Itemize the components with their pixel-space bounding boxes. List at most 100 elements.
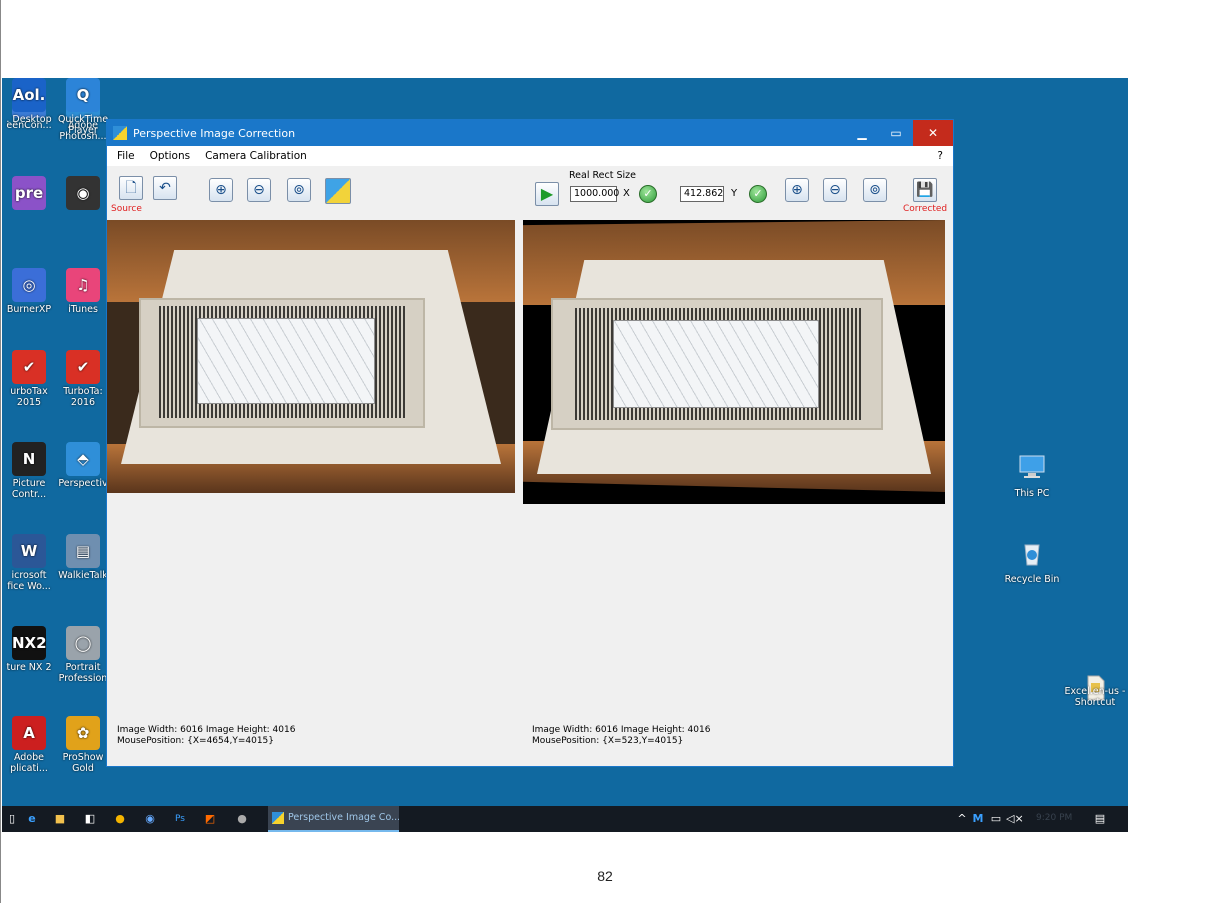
desktop-icon[interactable]: A Adobe plicati... <box>2 716 56 774</box>
store-icon[interactable]: ◧ <box>82 811 98 827</box>
rotate-icon: ↶ <box>159 180 171 196</box>
photoshop-icon[interactable]: Ps <box>172 811 188 827</box>
desktop-icon[interactable]: Aol. . Desktop <box>2 78 56 125</box>
zoom-fit-icon: ⊚ <box>293 182 305 198</box>
desktop-app-icon: Aol. <box>12 78 46 112</box>
desktop-icon-label: Picture Contr... <box>11 478 47 500</box>
edge-icon[interactable]: e <box>24 811 40 827</box>
desktop-icon-label: Perspectiv <box>58 478 108 489</box>
desktop-icon-label: Adobe plicati... <box>10 752 48 774</box>
desktop-icon[interactable]: Q QuickTime Player <box>56 78 110 136</box>
source-image[interactable] <box>107 220 515 493</box>
menu-options[interactable]: Options <box>150 150 191 162</box>
corrected-info: Image Width: 6016 Image Height: 4016 Mou… <box>532 725 710 747</box>
network-icon[interactable]: ▭ <box>988 811 1004 827</box>
app-window: Perspective Image Correction ▁ ▭ ✕ File … <box>106 119 954 767</box>
desktop-app-icon: ⬘ <box>66 442 100 476</box>
clock[interactable]: 9:20 PM <box>1036 813 1072 823</box>
desktop-icon[interactable]: Wicrosoft fice Wo... <box>2 534 56 592</box>
desktop-icon[interactable]: pre <box>2 176 56 212</box>
rect-height-input[interactable]: 412.862 <box>680 186 724 202</box>
confirm-x-icon[interactable]: ✓ <box>639 185 657 203</box>
menu-camera-calibration[interactable]: Camera Calibration <box>205 150 307 162</box>
corrected-label: Corrected <box>903 204 948 214</box>
desktop-icon[interactable]: ✔ TurboTa: 2016 <box>56 350 110 408</box>
desktop-app-icon: ▤ <box>66 534 100 568</box>
desktop-app-icon: A <box>12 716 46 750</box>
corrected-image[interactable] <box>523 220 945 504</box>
minimize-button[interactable]: ▁ <box>845 120 879 146</box>
corrected-zoom-in-button[interactable]: ⊕ <box>785 178 809 202</box>
recycle-bin-label: Recycle Bin <box>1004 574 1060 585</box>
taskbar: ▯ e ■ ◧ ● ◉ Ps ◩ ● Perspective Image Co.… <box>2 806 1128 832</box>
recycle-bin-icon[interactable]: Recycle Bin <box>998 538 1066 585</box>
perspective-task-icon <box>272 812 284 824</box>
corrected-mouse-position: MousePosition: {X=523,Y=4015} <box>532 736 684 746</box>
malwarebytes-icon[interactable]: M <box>970 811 986 827</box>
desktop-icon[interactable]: ◎ BurnerXP <box>2 268 56 315</box>
source-zoom-in-button[interactable]: ⊕ <box>209 178 233 202</box>
corrected-zoom-fit-button[interactable]: ⊚ <box>863 178 887 202</box>
confirm-y-icon[interactable]: ✓ <box>749 185 767 203</box>
corrected-zoom-out-button[interactable]: ⊖ <box>823 178 847 202</box>
correct-perspective-button[interactable] <box>325 178 351 204</box>
task-perspective-image-correction[interactable]: Perspective Image Co... <box>268 806 399 832</box>
desktop-icon[interactable]: ⬘ Perspectiv <box>56 442 110 489</box>
desktop-icon-label: urboTax 2015 <box>10 386 48 408</box>
app-icon-2[interactable]: ◩ <box>202 811 218 827</box>
zoom-in-icon: ⊕ <box>215 182 227 198</box>
page: eenCon...pseAdobe Photosh...pre◉◎BurnerX… <box>0 0 1208 903</box>
menu-file[interactable]: File <box>117 150 135 162</box>
desktop-icon[interactable]: ♫ iTunes <box>56 268 110 315</box>
chevron-up-icon[interactable]: ^ <box>954 811 970 827</box>
rotate-button[interactable]: ↶ <box>153 176 177 200</box>
y-axis-label: Y <box>731 188 738 199</box>
desktop-icon-label: Portrait Profession <box>58 662 108 684</box>
aol-icon[interactable]: ◉ <box>142 811 158 827</box>
desktop-icon[interactable]: ✿ ProShow Gold <box>56 716 110 774</box>
source-zoom-out-button[interactable]: ⊖ <box>247 178 271 202</box>
desktop-app-icon: ◎ <box>12 268 46 302</box>
desktop-icon[interactable]: N Picture Contr... <box>2 442 56 500</box>
close-button[interactable]: ✕ <box>913 120 953 146</box>
file-explorer-icon[interactable]: ■ <box>52 811 68 827</box>
notifications-icon[interactable]: ▤ <box>1092 811 1108 827</box>
desktop-app-icon: NX2 <box>12 626 47 660</box>
open-file-button[interactable]: 🗋 <box>119 176 143 200</box>
volume-icon[interactable]: ◁× <box>1006 811 1024 827</box>
excel-shortcut-icon[interactable]: Excel.en-us - Shortcut <box>1063 628 1127 708</box>
source-dimensions: Image Width: 6016 Image Height: 4016 <box>117 725 296 735</box>
real-rect-size-label: Real Rect Size <box>569 170 636 181</box>
desktop-icon-label: QuickTime Player <box>57 114 109 136</box>
source-label: Source <box>111 204 142 214</box>
monitor-icon <box>1015 452 1049 486</box>
chrome-icon[interactable]: ● <box>112 811 128 827</box>
active-task-label: Perspective Image Co... <box>288 812 399 823</box>
page-number: 82 <box>597 868 613 884</box>
desktop-icon[interactable]: ✔ urboTax 2015 <box>2 350 56 408</box>
app-icon-3[interactable]: ● <box>234 811 250 827</box>
run-button[interactable]: ▶ <box>535 182 559 206</box>
maximize-button[interactable]: ▭ <box>879 120 913 146</box>
desktop-icon[interactable]: ◯ Portrait Profession <box>56 626 110 684</box>
desktop-icon-label: iTunes <box>68 304 98 315</box>
save-button[interactable]: 💾 <box>913 178 937 202</box>
desktop-icon-label: ProShow Gold <box>62 752 104 774</box>
source-zoom-fit-button[interactable]: ⊚ <box>287 178 311 202</box>
desktop-app-icon: ✔ <box>66 350 100 384</box>
desktop-icon[interactable]: ▤ WalkieTalk <box>56 534 110 581</box>
desktop-icon-label: . Desktop <box>6 114 52 125</box>
recycle-bin-glyph-icon <box>1015 538 1049 572</box>
desktop-icon[interactable]: NX2 ture NX 2 <box>2 626 56 673</box>
task-view-icon[interactable]: ▯ <box>4 811 20 827</box>
desktop-app-icon: pre <box>12 176 46 210</box>
document-icon <box>1078 639 1112 701</box>
desktop-app-icon: ✔ <box>12 350 46 384</box>
help-menu[interactable]: ? <box>937 150 943 162</box>
title-bar[interactable]: Perspective Image Correction ▁ ▭ ✕ <box>107 120 953 146</box>
toolbar: 🗋 ↶ ⊕ ⊖ ⊚ Source ▶ Real Rect Size 1000.0… <box>107 166 953 218</box>
menu-bar: File Options Camera Calibration ? <box>107 146 953 166</box>
desktop-icon[interactable]: ◉ <box>56 176 110 212</box>
rect-width-input[interactable]: 1000.000 <box>570 186 619 202</box>
this-pc-icon[interactable]: This PC <box>1002 452 1062 499</box>
